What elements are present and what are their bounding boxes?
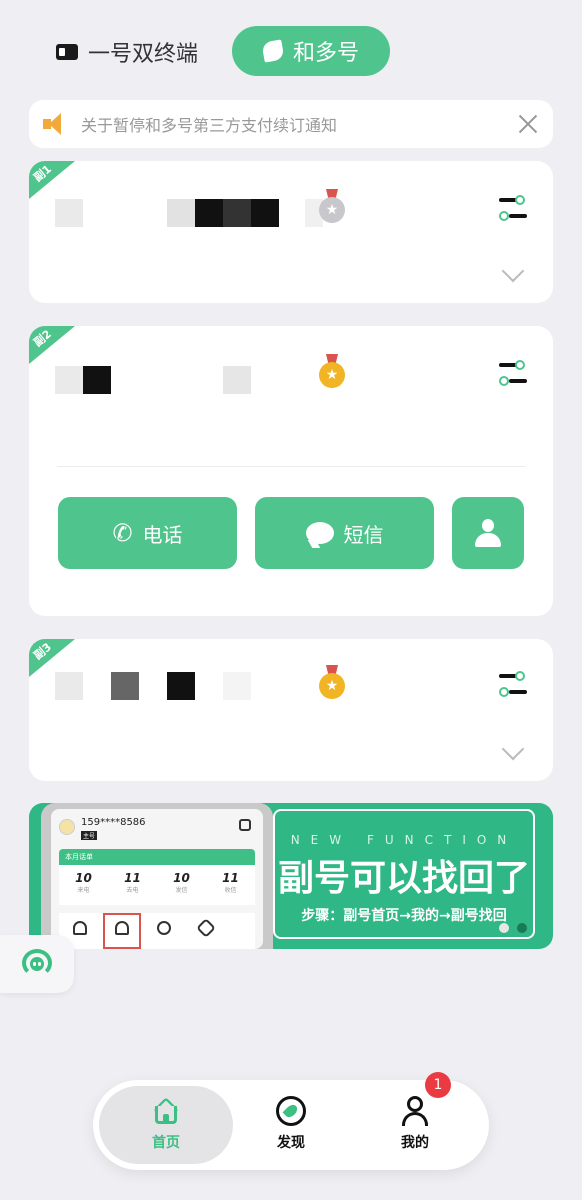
redacted-block [55,672,83,700]
carousel-dot-active[interactable] [517,923,527,933]
redacted-block [83,366,111,394]
mock-stat: 11 收信 [222,871,239,894]
switch-icon[interactable] [499,360,527,386]
chevron-down-icon[interactable] [501,737,525,761]
mock-stat: 10 发信 [173,871,190,894]
chevron-down-icon[interactable] [501,259,525,283]
silver-medal-icon: ★ [319,189,345,225]
banner-steps: 步骤：副号首页→我的→副号找回 [301,908,507,924]
call-label: 电话 [142,522,183,547]
bell-icon [73,921,87,935]
mock-phone-number: 159****8586 [81,817,146,828]
sms-button[interactable]: 短信 [255,497,434,569]
redacted-block [55,199,83,227]
gold-medal-icon: ★ [319,354,345,390]
sub-number-card-2[interactable]: 副2 ★ ✆ 电话 短信 [29,326,553,616]
tab-one-number-dual-terminal[interactable]: 一号双终端 [56,30,198,74]
redacted-block [55,366,83,394]
nav-item-home[interactable]: 首页 [126,1096,206,1152]
redacted-block [195,199,223,227]
avatar [59,819,75,835]
tab-multi-label: 和多号 [292,41,359,66]
switch-icon[interactable] [499,671,527,697]
switch-icon[interactable] [499,195,527,221]
banner-small-text: NEW FUNCTION [290,833,518,847]
redacted-block [223,672,251,700]
mock-tag: 主号 [81,831,98,840]
redacted-block [167,199,195,227]
headset-icon [22,949,52,977]
highlight-box [103,913,141,949]
mock-stat: 10 来电 [75,871,92,894]
settings-icon [239,819,251,831]
person-icon [475,519,501,547]
nav-item-discover[interactable]: 发现 [251,1096,331,1152]
gold-medal-icon: ★ [319,665,345,701]
redacted-block [223,199,251,227]
banner-frame: NEW FUNCTION 副号可以找回了 步骤：副号首页→我的→副号找回 [273,809,535,939]
nav-me-label: 我的 [401,1135,429,1151]
sms-label: 短信 [343,522,384,547]
notification-badge: 1 [425,1072,451,1098]
speaker-icon [43,113,67,135]
tab-multi-number[interactable]: 和多号 [232,26,390,76]
phone-icon: ✆ [112,519,133,547]
customer-service-button[interactable] [0,935,74,993]
nav-discover-label: 发现 [277,1135,305,1151]
leaf-icon [261,39,285,63]
promo-banner[interactable]: 159****8586 主号 本月话单 10 来电 11 去电 10 发信 11 收信 … [29,803,553,949]
user-icon [400,1096,430,1126]
close-icon[interactable] [517,113,539,135]
redacted-block [167,672,195,700]
divider [57,466,525,467]
notice-bar[interactable]: 关于暂停和多号第三方支付续订通知 [29,100,553,148]
mock-stats: 10 来电 11 去电 10 发信 11 收信 [59,865,255,905]
home-icon [151,1096,181,1126]
message-bubble-icon [305,522,334,544]
contacts-button[interactable] [452,497,524,569]
redacted-block [223,366,251,394]
call-button[interactable]: ✆ 电话 [58,497,237,569]
tab-single-label: 一号双终端 [88,42,199,67]
mock-stat: 11 去电 [124,871,141,894]
redacted-block [251,199,279,227]
compass-icon [276,1096,306,1126]
sim-card-icon [56,44,78,60]
nav-item-me[interactable]: 我的 [375,1096,455,1152]
notice-text: 关于暂停和多号第三方支付续订通知 [81,116,338,135]
bottom-nav: 首页 发现 我的 1 [93,1072,489,1170]
mock-bill-bar: 本月话单 [59,849,255,865]
sub-number-card-3[interactable]: 副3 ★ [29,639,553,781]
banner-headline: 副号可以找回了 [277,858,530,899]
timer-icon [157,921,171,935]
phone-mockup: 159****8586 主号 本月话单 10 来电 11 去电 10 发信 11 收信 [41,803,273,949]
nav-home-label: 首页 [152,1135,180,1151]
carousel-dot[interactable] [499,923,509,933]
redacted-block [111,672,139,700]
carousel-dots[interactable] [499,923,527,933]
sub-number-card-1[interactable]: 副1 ★ [29,161,553,303]
phone-screen: 159****8586 主号 本月话单 10 来电 11 去电 10 发信 11 收信 [51,809,263,949]
